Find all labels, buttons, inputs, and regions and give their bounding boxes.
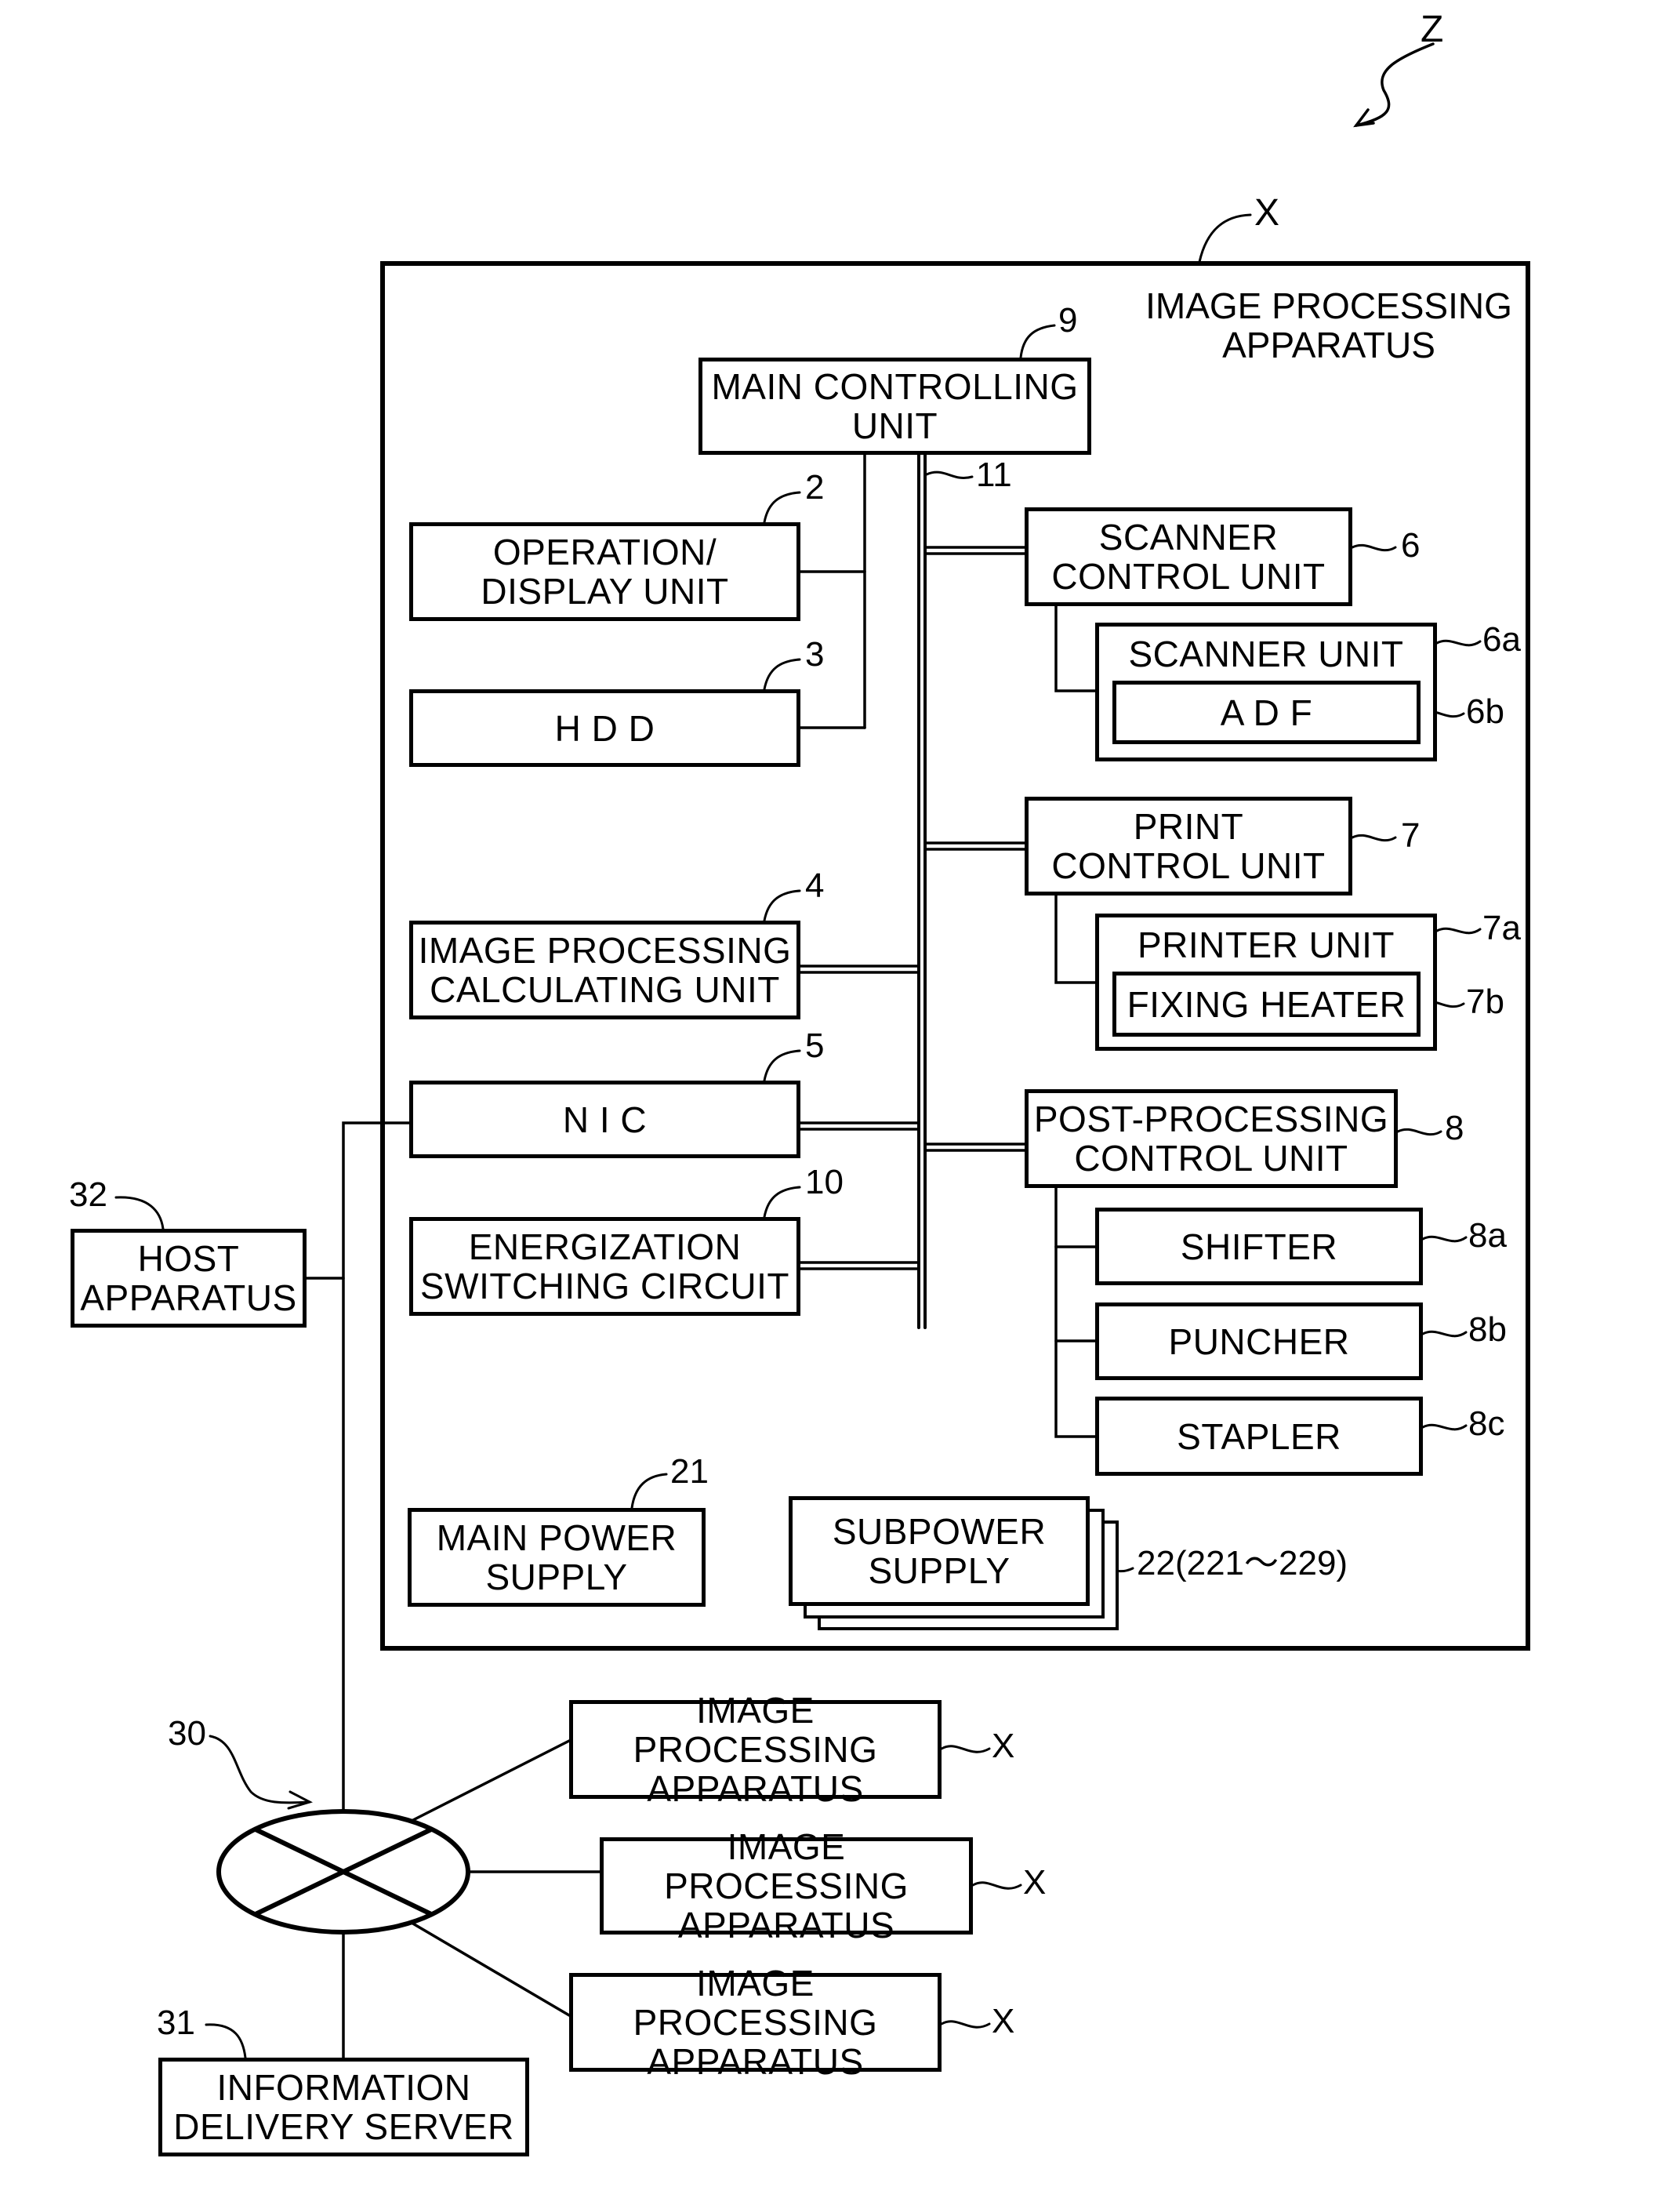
operation-display-unit: OPERATION/ DISPLAY UNIT <box>409 522 800 621</box>
energization-switching-circuit: ENERGIZATION SWITCHING CIRCUIT <box>409 1217 800 1316</box>
subpower-supply: SUBPOWER SUPPLY <box>789 1496 1090 1606</box>
information-delivery-server-ref: 31 <box>157 2004 195 2042</box>
fixing-heater-ref: 7b <box>1466 983 1504 1021</box>
stapler-ref: 8c <box>1468 1404 1505 1443</box>
host-apparatus-ref: 32 <box>69 1175 107 1214</box>
system-ref-arrow <box>1355 42 1435 127</box>
bus-ref: 11 <box>976 456 1012 494</box>
system-ref-arrowhead <box>1353 108 1375 128</box>
operation-display-unit-ref: 2 <box>805 468 825 507</box>
adf: A D F <box>1112 681 1421 744</box>
main-power-supply: MAIN POWER SUPPLY <box>408 1508 706 1607</box>
host-apparatus: HOST APPARATUS <box>71 1229 307 1328</box>
fixing-heater: FIXING HEATER <box>1112 972 1421 1037</box>
scanner-unit-label: SCANNER UNIT <box>1128 634 1404 674</box>
printer-unit-ref: 7a <box>1482 909 1521 947</box>
hdd-ref: 3 <box>805 635 825 674</box>
post-processing-control-unit: POST-PROCESSING CONTROL UNIT <box>1025 1089 1398 1188</box>
nic-ref: 5 <box>805 1026 825 1065</box>
image-processing-calculating-unit-ref: 4 <box>805 866 825 905</box>
other-apparatus-1-ref: X <box>992 1727 1015 1765</box>
puncher-ref: 8b <box>1468 1310 1507 1349</box>
other-image-processing-apparatus-3: IMAGE PROCESSING APPARATUS <box>569 1964 942 2081</box>
adf-ref: 6b <box>1466 692 1504 731</box>
stapler: STAPLER <box>1095 1397 1423 1476</box>
print-control-unit: PRINT CONTROL UNIT <box>1025 797 1352 896</box>
scanner-unit-ref: 6a <box>1482 620 1521 659</box>
information-delivery-server: INFORMATION DELIVERY SERVER <box>158 2058 529 2156</box>
system-ref-label: Z <box>1421 9 1444 50</box>
hdd: H D D <box>409 689 800 767</box>
shifter: SHIFTER <box>1095 1208 1423 1285</box>
image-processing-calculating-unit: IMAGE PROCESSING CALCULATING UNIT <box>409 921 800 1019</box>
scanner-control-unit: SCANNER CONTROL UNIT <box>1025 507 1352 606</box>
main-controlling-unit-ref: 9 <box>1058 301 1078 340</box>
other-apparatus-2-ref: X <box>1023 1863 1047 1902</box>
puncher: PUNCHER <box>1095 1302 1423 1380</box>
main-controlling-unit: MAIN CONTROLLING UNIT <box>698 358 1091 455</box>
other-apparatus-3-ref: X <box>992 2002 1015 2040</box>
apparatus-ref-leader <box>1198 213 1252 263</box>
other-image-processing-apparatus-1: IMAGE PROCESSING APPARATUS <box>569 1691 942 1808</box>
print-control-unit-ref: 7 <box>1401 816 1421 855</box>
nic: N I C <box>409 1081 800 1158</box>
other-image-processing-apparatus-2: IMAGE PROCESSING APPARATUS <box>600 1827 973 1945</box>
post-processing-control-unit-ref: 8 <box>1445 1109 1464 1147</box>
printer-unit-label: PRINTER UNIT <box>1138 925 1395 965</box>
apparatus-ref-label: X <box>1254 192 1280 234</box>
apparatus-title: IMAGE PROCESSING APPARATUS <box>1145 285 1512 365</box>
scanner-control-unit-ref: 6 <box>1401 526 1421 565</box>
shifter-ref: 8a <box>1468 1216 1507 1255</box>
subpower-supply-ref: 22(221～229) <box>1137 1544 1348 1582</box>
energization-switching-circuit-ref: 10 <box>805 1163 844 1201</box>
network-ref: 30 <box>168 1714 206 1753</box>
main-power-supply-ref: 21 <box>670 1452 709 1491</box>
network-ref-leader <box>209 1735 311 1804</box>
